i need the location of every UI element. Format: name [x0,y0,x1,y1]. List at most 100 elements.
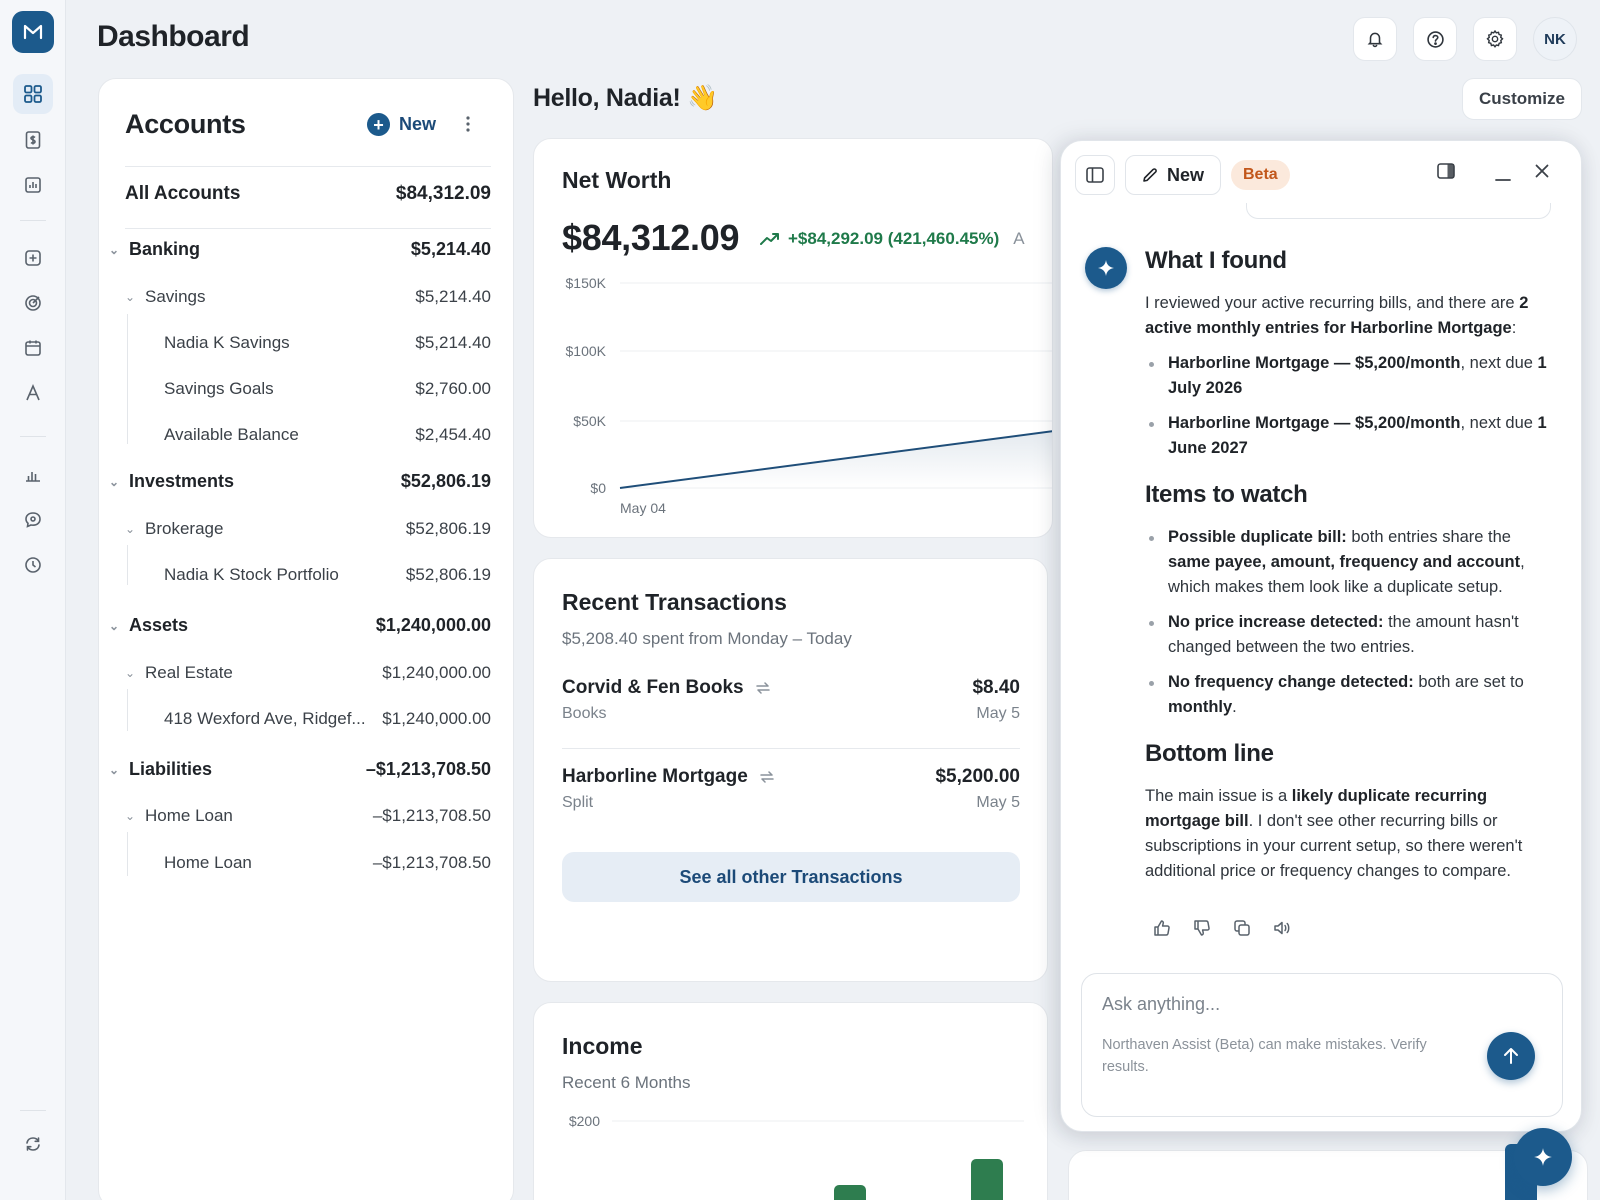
account-subgroup-real-estate[interactable]: ⌄ Real Estate $1,240,000.00 [125,663,491,683]
account-item[interactable]: 418 Wexford Ave, Ridgef... $1,240,000.00 [125,709,491,729]
account-value: –$1,213,708.50 [365,759,491,779]
transaction-row[interactable]: Harborline Mortgage Split $5,200.00 May … [562,766,1020,816]
account-value: $52,806.19 [400,471,491,491]
customize-button[interactable]: Customize [1462,78,1582,120]
transaction-category: Split [562,794,594,811]
all-accounts-value: $84,312.09 [395,183,491,204]
account-subgroup-brokerage[interactable]: ⌄ Brokerage $52,806.19 [125,519,491,539]
stats-icon[interactable] [13,455,53,495]
sidebar-toggle-icon[interactable] [1075,155,1115,195]
account-value: $1,240,000.00 [382,663,491,682]
new-chat-button[interactable]: New [1125,155,1221,195]
chat-input[interactable]: Ask anything... [1102,994,1220,1015]
gear-icon[interactable] [1473,17,1517,61]
account-group-investments[interactable]: ⌄ Investments $52,806.19 [109,471,491,492]
chat-dollar-icon[interactable] [13,500,53,540]
bell-icon[interactable] [1353,17,1397,61]
more-options-icon[interactable] [465,115,471,138]
account-subgroup-home-loan[interactable]: ⌄ Home Loan –$1,213,708.50 [125,806,491,826]
grid-icon[interactable] [13,74,53,114]
account-label: Brokerage [145,519,224,538]
help-icon[interactable] [1413,17,1457,61]
account-subgroup-savings[interactable]: ⌄ Savings $5,214.40 [125,287,491,307]
bar-chart-icon[interactable] [13,165,53,205]
account-item[interactable]: Available Balance $2,454.40 [125,425,491,445]
pencil-icon [1143,168,1157,182]
income-subtitle: Recent 6 Months [562,1073,691,1092]
assistant-panel: New Beta What I found I reviewed your ac… [1060,140,1582,1132]
accounts-card: Accounts + New All Accounts $84,312.09 ⌄… [98,78,514,1200]
all-accounts-row[interactable]: All Accounts $84,312.09 [125,183,491,205]
account-item[interactable]: Nadia K Savings $5,214.40 [125,333,491,353]
account-value: $1,240,000.00 [382,709,491,728]
plus-square-icon[interactable] [13,238,53,278]
see-all-transactions-button[interactable]: See all other Transactions [562,852,1020,902]
speaker-icon[interactable] [1273,919,1291,942]
message-paragraph: I reviewed your active recurring bills, … [1145,294,1529,337]
net-worth-change-text: +$84,292.09 (421,460.45%) [788,229,1000,248]
minimize-icon[interactable] [1495,169,1511,187]
watch-list: Possible duplicate bill: both entries sh… [1145,525,1555,720]
close-icon[interactable] [1535,164,1549,183]
left-rail [0,0,66,1200]
copy-icon[interactable] [1233,919,1251,942]
section-heading: What I found [1145,247,1287,274]
sync-icon[interactable] [13,1124,53,1164]
chevron-down-icon: ⌄ [109,242,120,257]
beta-badge: Beta [1231,160,1290,190]
account-label: Real Estate [145,663,233,682]
chevron-down-icon: ⌄ [125,522,136,536]
thumbs-up-icon[interactable] [1153,919,1171,942]
account-item[interactable]: Savings Goals $2,760.00 [125,379,491,399]
chevron-down-icon: ⌄ [125,290,136,304]
section-heading: Bottom line [1145,740,1274,767]
account-label: 418 Wexford Ave, Ridgef... [164,709,366,728]
transaction-name: Corvid & Fen Books [562,677,744,698]
recurring-icon [760,771,774,783]
list-item: Harborline Mortgage — $5,200/month, next… [1145,351,1555,401]
account-value: –$1,213,708.50 [372,806,491,825]
transaction-amount: $5,200.00 [935,766,1020,787]
transaction-row[interactable]: Corvid & Fen Books Books $8.40 May 5 [562,677,1020,727]
section-heading: Items to watch [1145,481,1308,508]
transaction-category: Books [562,705,607,722]
feedback-actions [1153,919,1291,942]
account-group-banking[interactable]: ⌄ Banking $5,214.40 [109,239,491,260]
plus-circle-icon: + [367,113,390,136]
clock-icon[interactable] [13,545,53,585]
account-value: –$1,213,708.50 [372,853,491,872]
app-logo[interactable] [12,11,54,53]
account-group-assets[interactable]: ⌄ Assets $1,240,000.00 [109,615,491,636]
found-list: Harborline Mortgage — $5,200/month, next… [1145,351,1555,461]
income-title: Income [562,1033,643,1059]
new-account-button[interactable]: + New [367,113,436,136]
send-button[interactable] [1487,1032,1535,1080]
account-label: Available Balance [164,425,299,444]
account-item[interactable]: Nadia K Stock Portfolio $52,806.19 [125,565,491,585]
recurring-icon [755,682,770,694]
sparkle-icon [1534,1148,1552,1166]
dollar-document-icon[interactable] [13,120,53,160]
assistant-fab[interactable] [1514,1128,1572,1186]
transaction-date: May 5 [976,794,1020,811]
account-item[interactable]: Home Loan –$1,213,708.50 [125,853,491,873]
chat-composer[interactable]: Ask anything... Northaven Assist (Beta) … [1081,973,1563,1117]
thumbs-down-icon[interactable] [1193,919,1211,942]
account-label: Investments [129,471,235,491]
income-bar [834,1185,866,1200]
y-tick: $0 [590,480,606,496]
net-worth-change: +$84,292.09 (421,460.45%) A [760,229,1025,249]
font-icon[interactable] [13,373,53,413]
target-icon[interactable] [13,283,53,323]
account-value: $5,214.40 [415,333,491,352]
income-bar [971,1159,1003,1200]
calendar-icon[interactable] [13,328,53,368]
account-label: Home Loan [145,806,233,825]
dock-panel-icon[interactable] [1437,163,1455,184]
list-item: No price increase detected: the amount h… [1145,610,1555,660]
avatar[interactable]: NK [1533,17,1577,61]
y-tick: $200 [569,1113,600,1129]
account-group-liabilities[interactable]: ⌄ Liabilities –$1,213,708.50 [109,759,491,780]
assistant-message: What I found I reviewed your active recu… [1145,245,1555,894]
sparkle-icon [1085,247,1127,289]
